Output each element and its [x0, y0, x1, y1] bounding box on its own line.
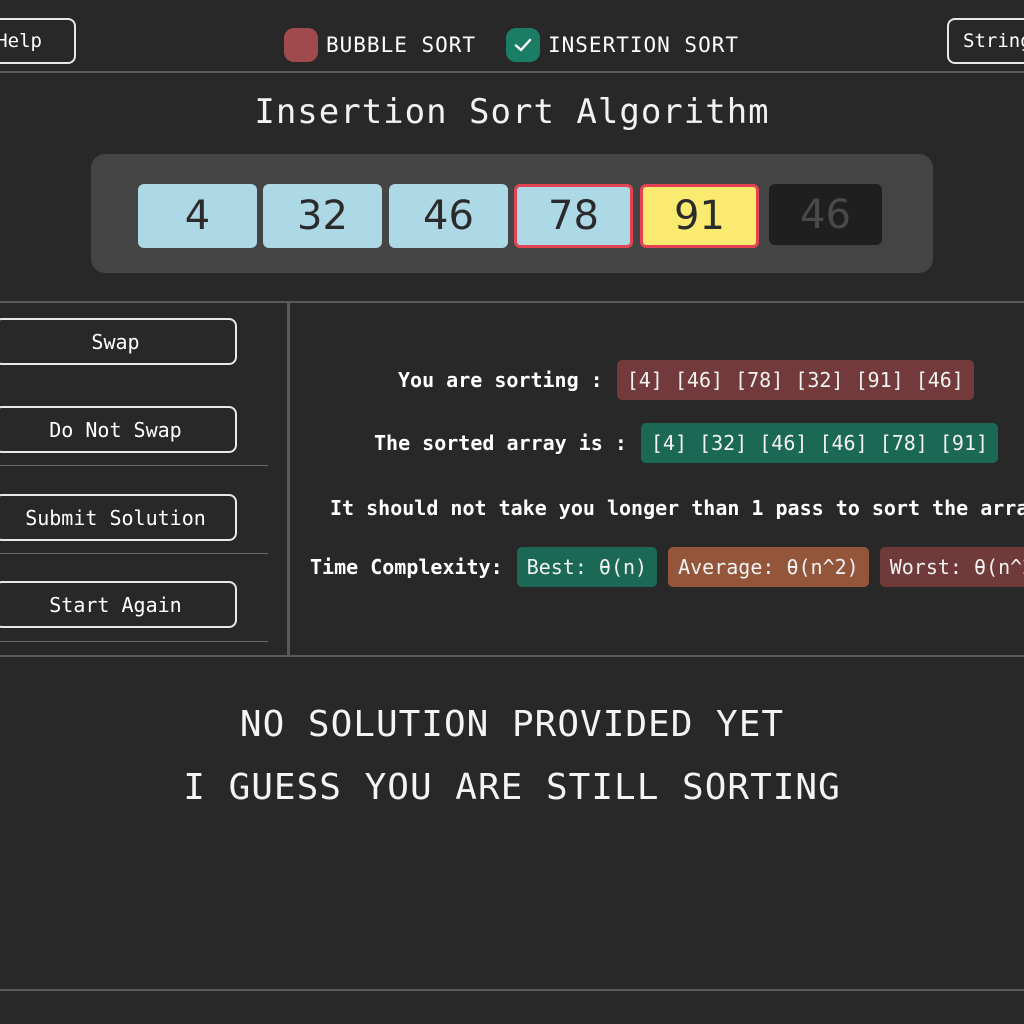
complexity-label: Time Complexity: [310, 555, 503, 579]
start-again-button[interactable]: Start Again [0, 581, 237, 628]
bubble-sort-checkbox[interactable] [284, 28, 318, 62]
sorting-label: You are sorting : [398, 368, 603, 392]
sorting-row: You are sorting : [4] [46] [78] [32] [91… [398, 360, 974, 400]
array-cell-3: 78 [514, 184, 633, 248]
page: Help BUBBLE SORT INSERTION SORT Strings … [0, 0, 1024, 1024]
insertion-sort-checkbox[interactable] [506, 28, 540, 62]
controls-separator [0, 553, 268, 554]
bubble-sort-label: BUBBLE SORT [326, 33, 477, 57]
array-cell-0: 4 [138, 184, 257, 248]
array-cell-2: 46 [389, 184, 508, 248]
sorting-array-badge: [4] [46] [78] [32] [91] [46] [616, 360, 974, 400]
array-panel: 4 32 46 78 91 46 [91, 154, 933, 273]
best-complexity-badge: Best: θ(n) [516, 547, 658, 587]
sorted-row: The sorted array is : [4] [32] [46] [46]… [374, 423, 999, 463]
solution-message-line2: I GUESS YOU ARE STILL SORTING [183, 767, 841, 808]
array-cell-4: 91 [640, 184, 759, 248]
controls-separator [0, 641, 268, 642]
bubble-sort-toggle[interactable]: BUBBLE SORT [284, 28, 476, 62]
page-title: Insertion Sort Algorithm [254, 92, 770, 132]
checkmark-icon [514, 38, 532, 52]
pass-message: It should not take you longer than 1 pas… [330, 496, 1024, 520]
footer-divider [0, 989, 1024, 991]
sorted-array-badge: [4] [32] [46] [46] [78] [91] [640, 423, 999, 463]
submit-solution-button[interactable]: Submit Solution [0, 494, 237, 541]
array-cell-1: 32 [263, 184, 382, 248]
middle-top-divider [0, 301, 1024, 303]
average-complexity-badge: Average: θ(n^2) [668, 547, 869, 587]
worst-complexity-badge: Worst: θ(n^2) [879, 547, 1024, 587]
solution-message-line1: NO SOLUTION PROVIDED YET [239, 704, 785, 745]
array-cell-5: 46 [769, 184, 882, 245]
insertion-sort-toggle[interactable]: INSERTION SORT [506, 28, 739, 62]
strings-button[interactable]: Strings [947, 18, 1024, 64]
do-not-swap-button[interactable]: Do Not Swap [0, 406, 237, 453]
panel-vertical-divider [287, 303, 290, 655]
header-divider [0, 71, 1024, 73]
sorted-label: The sorted array is : [374, 431, 627, 455]
complexity-row: Time Complexity: Best: θ(n) Average: θ(n… [310, 547, 1024, 587]
insertion-sort-label: INSERTION SORT [548, 33, 740, 57]
controls-separator [0, 465, 268, 466]
middle-bottom-divider [0, 655, 1024, 657]
swap-button[interactable]: Swap [0, 318, 237, 365]
help-button[interactable]: Help [0, 18, 76, 64]
